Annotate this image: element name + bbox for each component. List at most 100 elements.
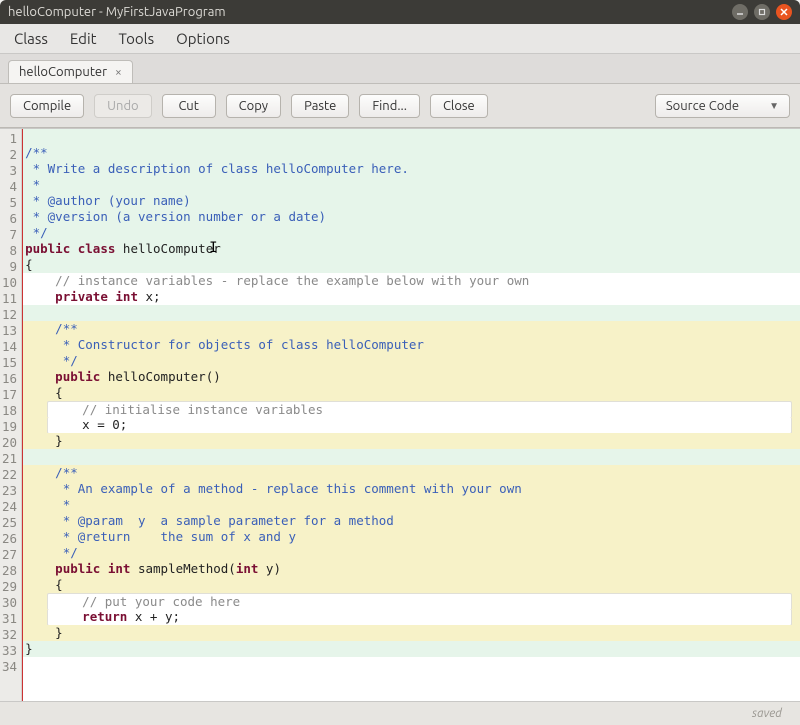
line-number: 5 xyxy=(2,195,17,211)
line-number: 19 xyxy=(2,419,17,435)
line-number: 18 xyxy=(2,403,17,419)
code-text: /** xyxy=(25,145,48,160)
line-number: 15 xyxy=(2,355,17,371)
code-area[interactable]: /** * Write a description of class hello… xyxy=(22,129,800,701)
code-text: * An example of a method - replace this … xyxy=(55,481,522,496)
line-number: 23 xyxy=(2,483,17,499)
line-number: 21 xyxy=(2,451,17,467)
code-text: public xyxy=(25,241,70,256)
line-number: 12 xyxy=(2,307,17,323)
view-mode-label: Source Code xyxy=(666,99,739,113)
code-text: } xyxy=(55,433,63,448)
line-number: 26 xyxy=(2,531,17,547)
line-number: 25 xyxy=(2,515,17,531)
code-text: helloComputer() xyxy=(108,369,221,384)
line-number: 29 xyxy=(2,579,17,595)
code-text: * @return the sum of x and y xyxy=(55,529,303,544)
titlebar[interactable]: helloComputer - MyFirstJavaProgram xyxy=(0,0,800,24)
code-text: // initialise instance variables xyxy=(82,402,323,417)
line-number: 22 xyxy=(2,467,17,483)
copy-button[interactable]: Copy xyxy=(226,94,281,118)
line-number: 33 xyxy=(2,643,17,659)
code-text: * @param y a sample parameter for a meth… xyxy=(55,513,394,528)
toolbar: Compile Undo Cut Copy Paste Find... Clos… xyxy=(0,84,800,128)
status-text: saved xyxy=(752,707,782,720)
code-text: * Constructor for objects of class hello… xyxy=(55,337,424,352)
line-number: 27 xyxy=(2,547,17,563)
code-text: * xyxy=(25,177,48,192)
line-number: 28 xyxy=(2,563,17,579)
code-text: private xyxy=(55,289,108,304)
editor[interactable]: 1234567891011121314151617181920212223242… xyxy=(0,128,800,701)
code-text: public xyxy=(55,561,100,576)
code-text: /** xyxy=(55,321,78,336)
code-text: * @version (a version number or a date) xyxy=(25,209,326,224)
code-text: return xyxy=(82,609,127,624)
code-text: int xyxy=(236,561,259,576)
line-number: 11 xyxy=(2,291,17,307)
code-text: } xyxy=(25,641,33,656)
code-text: { xyxy=(55,577,63,592)
line-number: 1 xyxy=(2,131,17,147)
close-tab-icon[interactable]: × xyxy=(115,66,122,79)
code-text: sampleMethod( xyxy=(138,561,236,576)
line-number: 30 xyxy=(2,595,17,611)
code-text: */ xyxy=(25,225,48,240)
menu-class[interactable]: Class xyxy=(14,30,48,47)
tabbar: helloComputer × xyxy=(0,54,800,84)
line-number: 31 xyxy=(2,611,17,627)
code-text: y) xyxy=(266,561,281,576)
close-window-button[interactable] xyxy=(776,4,792,20)
line-number: 32 xyxy=(2,627,17,643)
line-number: 8 xyxy=(2,243,17,259)
maximize-button[interactable] xyxy=(754,4,770,20)
line-number: 3 xyxy=(2,163,17,179)
code-text: int xyxy=(108,561,131,576)
menubar: Class Edit Tools Options xyxy=(0,24,800,54)
undo-button[interactable]: Undo xyxy=(94,94,152,118)
statusbar: saved xyxy=(0,701,800,725)
compile-button[interactable]: Compile xyxy=(10,94,84,118)
line-number: 13 xyxy=(2,323,17,339)
code-text: class xyxy=(78,241,116,256)
code-text: } xyxy=(55,625,63,640)
line-number: 9 xyxy=(2,259,17,275)
menu-edit[interactable]: Edit xyxy=(70,30,97,47)
cut-button[interactable]: Cut xyxy=(162,94,216,118)
code-text: /** xyxy=(55,465,78,480)
close-button[interactable]: Close xyxy=(430,94,488,118)
code-text: * Write a description of class helloComp… xyxy=(25,161,409,176)
code-text: * xyxy=(55,497,78,512)
line-number: 14 xyxy=(2,339,17,355)
code-text: int xyxy=(115,289,138,304)
find-button[interactable]: Find... xyxy=(359,94,420,118)
code-text: * @author (your name) xyxy=(25,193,198,208)
line-number: 24 xyxy=(2,499,17,515)
menu-options[interactable]: Options xyxy=(176,30,230,47)
window-title: helloComputer - MyFirstJavaProgram xyxy=(8,5,726,19)
paste-button[interactable]: Paste xyxy=(291,94,349,118)
code-text: { xyxy=(55,385,63,400)
line-number: 17 xyxy=(2,387,17,403)
chevron-down-icon: ▼ xyxy=(769,100,779,112)
tab-label: helloComputer xyxy=(19,65,107,79)
code-text: */ xyxy=(55,353,78,368)
code-text: x; xyxy=(146,289,161,304)
line-number: 2 xyxy=(2,147,17,163)
line-number: 16 xyxy=(2,371,17,387)
line-number: 7 xyxy=(2,227,17,243)
app-window: helloComputer - MyFirstJavaProgram Class… xyxy=(0,0,800,725)
line-number: 34 xyxy=(2,659,17,675)
line-number: 10 xyxy=(2,275,17,291)
line-number: 6 xyxy=(2,211,17,227)
code-text: public xyxy=(55,369,100,384)
code-text: { xyxy=(25,257,33,272)
tab-hellocomputer[interactable]: helloComputer × xyxy=(8,60,133,83)
menu-tools[interactable]: Tools xyxy=(119,30,155,47)
code-text: // put your code here xyxy=(82,594,240,609)
line-number: 20 xyxy=(2,435,17,451)
code-text: // instance variables - replace the exam… xyxy=(55,273,529,288)
minimize-button[interactable] xyxy=(732,4,748,20)
code-text: helloComputer xyxy=(123,241,221,256)
view-mode-select[interactable]: Source Code ▼ xyxy=(655,94,790,118)
